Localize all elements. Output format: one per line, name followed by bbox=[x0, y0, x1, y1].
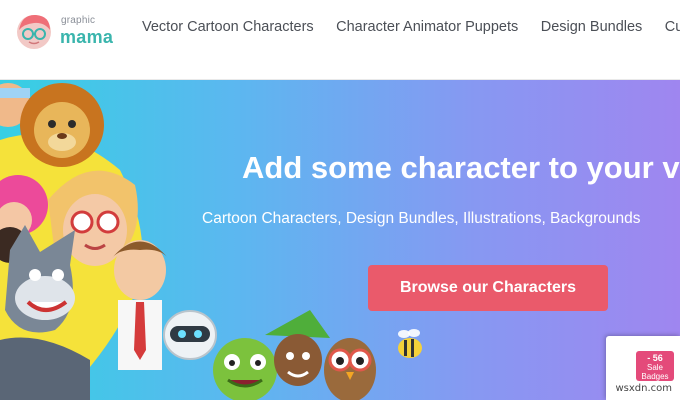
logo-text-big: mama bbox=[60, 27, 114, 47]
main-nav: Vector Cartoon Characters Character Anim… bbox=[142, 18, 680, 36]
promo-line2: Sale Badges bbox=[641, 363, 669, 381]
nav-design-bundles[interactable]: Design Bundles bbox=[541, 19, 643, 35]
sale-badge: - 56 Sale Badges bbox=[636, 351, 674, 381]
logo-text-small: graphic bbox=[61, 15, 96, 26]
promo-line1: - 56 bbox=[647, 353, 663, 363]
watermark-text: wsxdn.com bbox=[615, 383, 672, 394]
nav-vector-cartoon-characters[interactable]: Vector Cartoon Characters bbox=[142, 19, 314, 35]
site-header: graphic mama Vector Cartoon Characters C… bbox=[0, 0, 680, 80]
nav-character-animator-puppets[interactable]: Character Animator Puppets bbox=[336, 19, 518, 35]
hero-banner: Add some character to your visu Cartoon … bbox=[0, 80, 680, 400]
browse-characters-button[interactable]: Browse our Characters bbox=[368, 265, 608, 311]
hero-title: Add some character to your visu bbox=[242, 150, 680, 185]
cartoon-characters-illustration bbox=[0, 83, 422, 400]
hero-subtitle: Cartoon Characters, Design Bundles, Illu… bbox=[202, 210, 641, 227]
logo-mascot-icon bbox=[17, 14, 51, 49]
nav-custom[interactable]: Custo bbox=[665, 19, 680, 35]
graphicmama-logo[interactable]: graphic mama bbox=[14, 10, 114, 52]
